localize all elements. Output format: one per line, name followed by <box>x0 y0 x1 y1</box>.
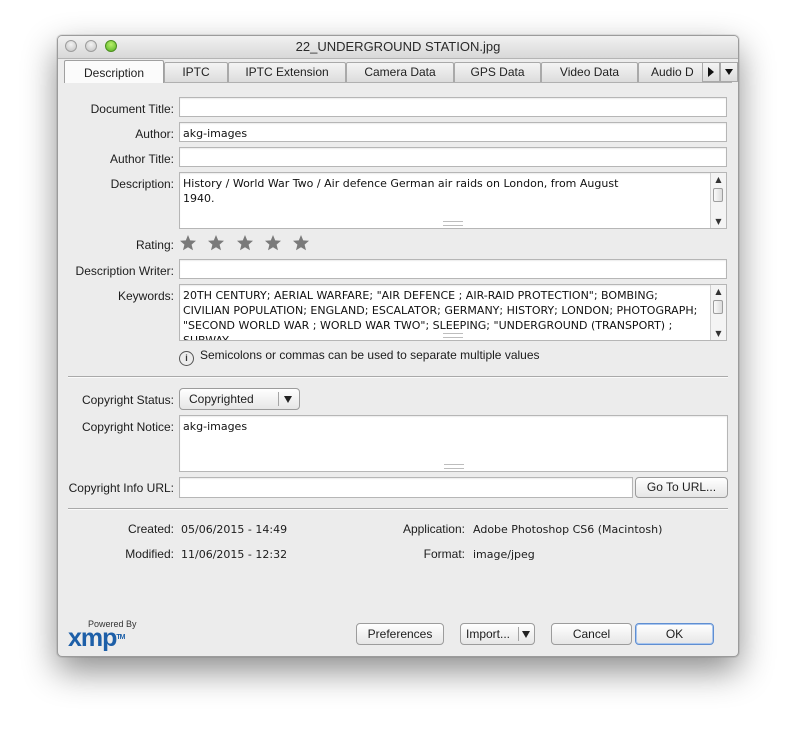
scroll-down-icon[interactable]: ▼ <box>711 327 726 340</box>
xmp-trademark: TM <box>116 634 125 641</box>
copyright-status-label: Copyright Status: <box>81 393 174 407</box>
resize-grip-icon[interactable] <box>443 221 463 226</box>
tab-content-border <box>64 82 732 83</box>
title-bar[interactable]: 22_UNDERGROUND STATION.jpg <box>58 36 738 59</box>
window-title: 22_UNDERGROUND STATION.jpg <box>295 39 501 54</box>
tab-audio-data[interactable]: Audio D <box>638 62 704 82</box>
scroll-down-icon[interactable]: ▼ <box>711 215 726 228</box>
format-label: Format: <box>423 547 465 561</box>
resize-grip-icon[interactable] <box>443 333 463 338</box>
copyright-notice-text: akg-images <box>183 420 248 433</box>
author-field[interactable]: akg-images <box>179 122 727 142</box>
author-label: Author: <box>135 127 174 141</box>
info-icon: i <box>179 351 194 366</box>
description-textarea[interactable]: History / World War Two / Air defence Ge… <box>179 172 727 229</box>
section-divider <box>68 376 728 378</box>
modified-label: Modified: <box>125 547 174 561</box>
ok-button[interactable]: OK <box>635 623 714 645</box>
cancel-button[interactable]: Cancel <box>551 623 632 645</box>
copyright-status-select[interactable]: Copyrighted <box>179 388 300 410</box>
chevron-down-icon <box>284 396 292 403</box>
section-divider <box>68 508 728 510</box>
keywords-scrollbar[interactable]: ▲ ▼ <box>710 285 726 340</box>
tab-iptc-extension[interactable]: IPTC Extension <box>228 62 346 82</box>
modified-value: 11/06/2015 - 12:32 <box>181 548 288 561</box>
star-icon[interactable] <box>292 234 310 252</box>
application-value: Adobe Photoshop CS6 (Macintosh) <box>473 523 663 536</box>
star-icon[interactable] <box>207 234 225 252</box>
tab-gps-data[interactable]: GPS Data <box>454 62 541 82</box>
scroll-thumb[interactable] <box>713 188 723 202</box>
copyright-notice-textarea[interactable]: akg-images <box>179 415 728 472</box>
description-label: Description: <box>110 177 174 191</box>
description-text: History / World War Two / Air defence Ge… <box>183 177 619 205</box>
go-to-url-button[interactable]: Go To URL... <box>635 477 728 498</box>
scroll-thumb[interactable] <box>713 300 723 314</box>
tab-iptc[interactable]: IPTC <box>164 62 228 82</box>
rating-stars[interactable] <box>179 234 317 252</box>
copyright-info-url-field[interactable] <box>179 477 633 498</box>
tab-camera-data[interactable]: Camera Data <box>346 62 454 82</box>
xmp-wordmark: xmp <box>68 624 117 652</box>
copyright-status-value: Copyrighted <box>189 392 254 406</box>
button-divider <box>518 627 519 641</box>
star-icon[interactable] <box>236 234 254 252</box>
keywords-hint-text: Semicolons or commas can be used to sepa… <box>200 348 540 362</box>
tab-menu-chevron-down-icon[interactable] <box>720 62 738 82</box>
xmp-logo: Powered By xmpTM <box>68 619 137 651</box>
description-scrollbar[interactable]: ▲ ▼ <box>710 173 726 228</box>
keywords-label: Keywords: <box>117 289 174 303</box>
created-label: Created: <box>127 522 174 536</box>
author-title-field[interactable] <box>179 147 727 167</box>
xmp-file-info-window: 22_UNDERGROUND STATION.jpg Description I… <box>57 35 739 657</box>
created-value: 05/06/2015 - 14:49 <box>181 523 288 536</box>
scroll-up-icon[interactable]: ▲ <box>711 173 726 186</box>
tab-video-data[interactable]: Video Data <box>541 62 638 82</box>
keywords-textarea[interactable]: 20TH CENTURY; AERIAL WARFARE; "AIR DEFEN… <box>179 284 727 341</box>
tab-scroll-right-icon[interactable] <box>702 62 720 82</box>
keywords-text: 20TH CENTURY; AERIAL WARFARE; "AIR DEFEN… <box>183 289 698 341</box>
resize-grip-icon[interactable] <box>443 464 464 469</box>
chevron-down-icon[interactable] <box>522 631 530 638</box>
keywords-hint: i Semicolons or commas can be used to sep… <box>179 348 540 366</box>
description-writer-field[interactable] <box>179 259 727 279</box>
copyright-info-url-label: Copyright Info URL: <box>68 481 174 495</box>
application-label: Application: <box>402 522 465 536</box>
tab-bar: Description IPTC IPTC Extension Camera D… <box>64 60 738 83</box>
author-title-label: Author Title: <box>109 152 174 166</box>
document-title-field[interactable] <box>179 97 727 117</box>
import-label: Import... <box>466 627 511 641</box>
rating-label: Rating: <box>135 238 174 252</box>
document-title-label: Document Title: <box>90 102 174 116</box>
tab-description[interactable]: Description <box>64 60 164 83</box>
copyright-notice-label: Copyright Notice: <box>81 420 174 434</box>
select-divider <box>278 392 279 406</box>
preferences-button[interactable]: Preferences <box>356 623 444 645</box>
star-icon[interactable] <box>264 234 282 252</box>
import-button[interactable]: Import... <box>460 623 535 645</box>
description-writer-label: Description Writer: <box>75 264 174 278</box>
star-icon[interactable] <box>179 234 197 252</box>
format-value: image/jpeg <box>473 548 535 561</box>
scroll-up-icon[interactable]: ▲ <box>711 285 726 298</box>
